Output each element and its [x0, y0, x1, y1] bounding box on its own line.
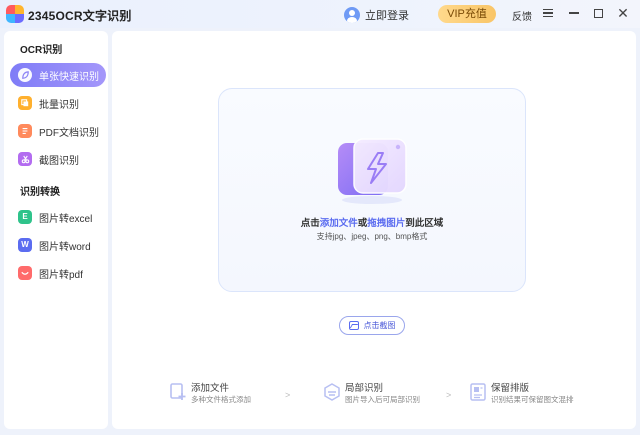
upload-lightning-icon [338, 138, 407, 204]
main-panel: 点击添加文件或拖拽图片到此区域 支持jpg、jpeg、png、bmp格式 点击截… [112, 31, 636, 429]
screenshot-button[interactable]: 点击截图 [339, 316, 405, 335]
sidebar-item-label: PDF文档识别 [39, 127, 99, 139]
sidebar-item-single-quick[interactable]: 单张快速识别 [10, 63, 106, 87]
screenshot-button-label: 点击截图 [363, 321, 396, 330]
step-desc: 图片导入后可局部识别 [345, 395, 420, 404]
app-title: 2345OCR文字识别 [28, 9, 132, 23]
hint-or: 或 [357, 218, 368, 229]
avatar-icon [344, 6, 360, 23]
step-keep-layout: 保留排版 识别结果可保留图文混排 [470, 383, 574, 407]
login-label: 立即登录 [365, 9, 409, 22]
image-icon [348, 321, 359, 330]
sidebar-section-ocr: OCR识别 [20, 45, 63, 56]
drag-image-link: 拖拽图片 [367, 218, 406, 229]
sidebar-item-label: 截图识别 [39, 155, 79, 167]
sidebar-item-label: 批量识别 [39, 99, 79, 111]
add-file-link[interactable]: 添加文件 [320, 218, 358, 229]
leaf-icon [18, 68, 32, 82]
word-icon: W [18, 238, 32, 252]
maximize-icon[interactable] [590, 5, 606, 21]
step-chevron-icon: > [446, 390, 452, 400]
sidebar-item-to-pdf[interactable]: 图片转pdf [10, 261, 106, 285]
close-icon[interactable]: ✕ [615, 5, 631, 21]
menu-icon[interactable] [540, 5, 556, 21]
step-chevron-icon: > [285, 390, 291, 400]
stack-icon [18, 96, 32, 110]
step-desc: 多种文件格式添加 [191, 395, 251, 404]
login-button[interactable]: 立即登录 [344, 6, 409, 23]
sidebar-item-to-word[interactable]: W 图片转word [10, 233, 106, 257]
sidebar-item-label: 图片转pdf [39, 269, 83, 281]
supported-formats: 支持jpg、jpeg、png、bmp格式 [316, 232, 428, 241]
step-title: 保留排版 [491, 383, 530, 394]
sidebar-item-batch[interactable]: 批量识别 [10, 91, 106, 115]
excel-icon: E [18, 210, 32, 224]
step-title: 局部识别 [345, 383, 384, 394]
sidebar-item-pdf[interactable]: PDF文档识别 [10, 119, 106, 143]
sidebar-item-label: 单张快速识别 [39, 71, 99, 83]
sidebar: OCR识别 单张快速识别 批量识别 PDF文档识别 截图识别 识别转换 E 图片… [4, 31, 108, 429]
step-desc: 识别结果可保留图文混排 [491, 395, 574, 404]
step-title: 添加文件 [191, 383, 230, 394]
vip-recharge-button[interactable]: VIP充值 [438, 5, 496, 23]
app-logo-icon [6, 5, 24, 23]
title-bar: 2345OCR文字识别 立即登录 VIP充值 反馈 ✕ [0, 0, 640, 28]
sidebar-section-convert: 识别转换 [20, 187, 60, 198]
partial-recognition-icon [324, 383, 340, 401]
drop-hint: 点击添加文件或拖拽图片到此区域 [219, 215, 525, 229]
sidebar-item-screenshot[interactable]: 截图识别 [10, 147, 106, 171]
scissors-icon [18, 152, 32, 166]
feedback-link[interactable]: 反馈 [512, 8, 532, 23]
add-file-icon [170, 383, 186, 400]
file-drop-zone[interactable]: 点击添加文件或拖拽图片到此区域 支持jpg、jpeg、png、bmp格式 [218, 88, 526, 292]
hint-prefix: 点击 [300, 218, 320, 229]
pdf-icon [18, 266, 32, 280]
document-icon [18, 124, 32, 138]
sidebar-item-label: 图片转word [39, 241, 91, 253]
sidebar-item-label: 图片转excel [39, 213, 93, 225]
keep-layout-icon [470, 383, 486, 401]
step-add-file: 添加文件 多种文件格式添加 [170, 383, 251, 407]
hint-suffix: 到此区域 [405, 218, 444, 229]
step-partial-recognition: 局部识别 图片导入后可局部识别 [324, 383, 420, 407]
sidebar-item-to-excel[interactable]: E 图片转excel [10, 205, 106, 229]
minimize-icon[interactable] [566, 5, 582, 21]
